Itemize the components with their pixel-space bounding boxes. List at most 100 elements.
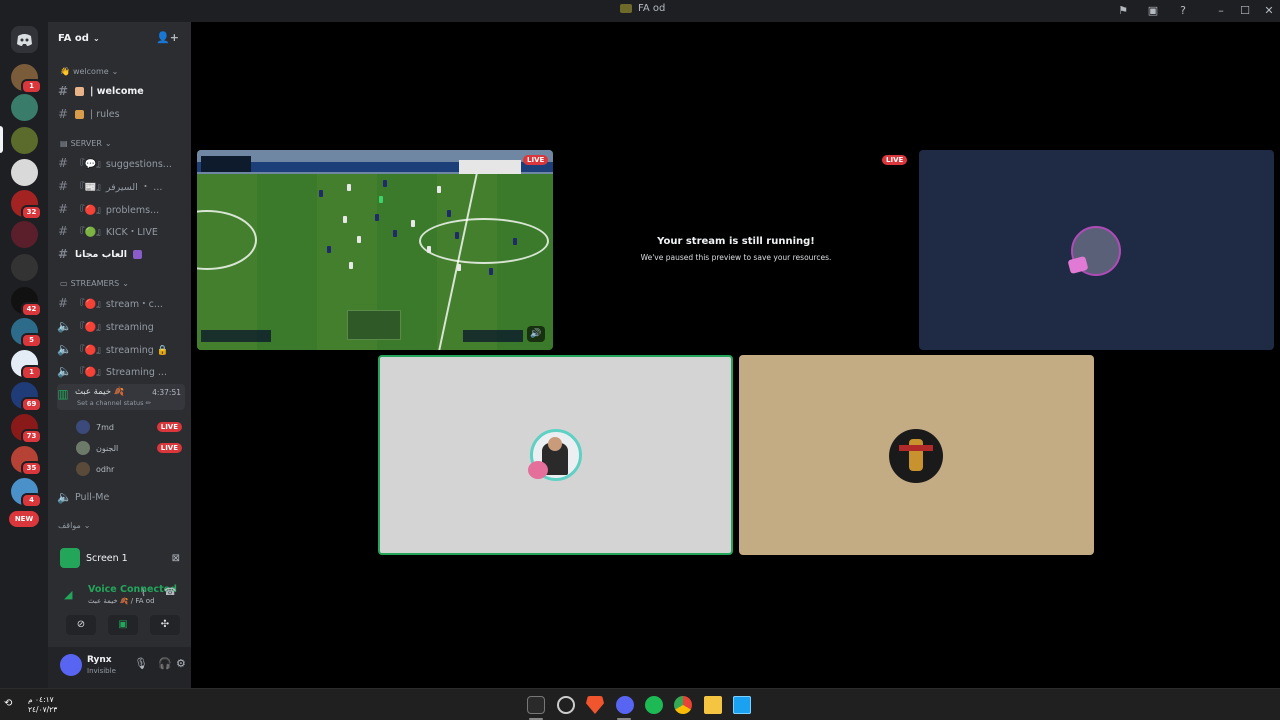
screen-share-icon[interactable]: ▣: [1146, 4, 1160, 18]
channel-kick-live[interactable]: # 『🟢』KICK・LIVE: [57, 221, 185, 241]
windows-store-icon[interactable]: [733, 696, 751, 714]
hash-icon: #: [57, 107, 69, 121]
voice-channel-streaming-1[interactable]: 🔈 『🔴』streaming: [57, 316, 185, 336]
channel-label: 『💬』suggestions...: [75, 159, 172, 170]
server-icon[interactable]: 4: [11, 478, 42, 508]
server-icon[interactable]: 42: [11, 287, 42, 317]
activities-button[interactable]: ✣: [150, 615, 180, 635]
category-welcome[interactable]: 👋 welcome ⌄: [60, 67, 118, 76]
clock-app-icon[interactable]: [557, 696, 575, 714]
home-discord-icon[interactable]: [11, 26, 38, 53]
player-figure: [357, 236, 361, 243]
voice-channel-pull-me[interactable]: 🔈 Pull-Me: [57, 487, 185, 507]
server-icon[interactable]: [11, 254, 38, 281]
mention-badge: 73: [21, 429, 42, 444]
chrome-icon[interactable]: [674, 696, 692, 714]
maximize-icon[interactable]: ☐: [1238, 4, 1252, 18]
hash-icon: #: [57, 179, 69, 193]
game-app-icon[interactable]: [527, 696, 545, 714]
discord-app-icon[interactable]: [616, 696, 634, 714]
server-icon[interactable]: 32: [11, 190, 42, 220]
category-server[interactable]: ▤ SERVER ⌄: [60, 139, 112, 148]
player-figure: [349, 262, 353, 269]
network-icon[interactable]: ⟲: [4, 698, 12, 709]
window-title-text: FA od: [638, 3, 666, 14]
spotify-icon[interactable]: [645, 696, 663, 714]
server-icon[interactable]: 35: [11, 446, 42, 476]
voice-user-3[interactable]: odhr: [76, 462, 182, 476]
chevron-down-icon: ⌄: [122, 279, 129, 288]
server-icon[interactable]: [11, 94, 38, 121]
voice-user-1[interactable]: 7md LIVE: [76, 420, 182, 434]
server-icon[interactable]: [11, 159, 38, 186]
voice-channel-active[interactable]: ▥ خيمة عبث 🍂 4:37:51 Set a channel statu…: [57, 384, 185, 410]
minimize-icon[interactable]: –: [1214, 4, 1228, 18]
stop-stream-icon[interactable]: ⊠: [172, 553, 180, 564]
invite-people-icon[interactable]: 👤+: [156, 31, 179, 44]
participant-tile-2[interactable]: [378, 355, 733, 555]
inbox-flag-icon[interactable]: ⚑: [1116, 4, 1130, 18]
channel-label: 『🔴』streaming: [75, 322, 154, 333]
server-icon[interactable]: 1: [11, 64, 42, 94]
player-figure: [513, 238, 517, 245]
username[interactable]: Rynx: [87, 655, 112, 665]
channel-arabic[interactable]: # العاب مجانا: [57, 244, 185, 264]
mention-badge: 42: [21, 302, 42, 317]
speaker-icon: 🔈: [57, 490, 72, 504]
file-explorer-icon[interactable]: [704, 696, 722, 714]
camera-off-button[interactable]: ⊘: [66, 615, 96, 635]
guild-header[interactable]: FA od ⌄ 👤+: [48, 22, 191, 54]
help-icon[interactable]: ?: [1176, 4, 1190, 18]
channel-problems[interactable]: # 『🔴』problems...: [57, 199, 185, 219]
player-figure: [379, 196, 383, 203]
channel-label: العاب مجانا: [75, 248, 128, 260]
category-label: STREAMERS: [70, 279, 120, 288]
settings-gear-icon[interactable]: ⚙: [176, 657, 186, 670]
channel-sidebar: FA od ⌄ 👤+ 👋 welcome ⌄ # | welcome # | r…: [48, 22, 191, 688]
headphones-icon[interactable]: 🎧: [158, 657, 172, 670]
server-icon[interactable]: 69: [11, 382, 42, 412]
category-other[interactable]: مواقف ⌄: [58, 521, 90, 530]
noise-suppression-icon[interactable]: ⌇: [141, 588, 146, 599]
channel-welcome[interactable]: # | welcome: [57, 81, 185, 101]
hand-icon: [75, 86, 84, 96]
participant-tile-3[interactable]: [739, 355, 1094, 555]
channel-section2[interactable]: # 『📰』السيرفر ・ ...: [57, 176, 185, 196]
mention-badge: 5: [21, 333, 42, 348]
channel-suggestions[interactable]: # 『💬』suggestions...: [57, 153, 185, 173]
stream-tile-game[interactable]: LIVE 🔊: [197, 150, 553, 350]
volume-icon[interactable]: 🔊: [527, 326, 545, 342]
user-avatar[interactable]: [60, 654, 82, 676]
system-clock[interactable]: ٠٤:١٧ م ٢٤/٠٧/٢٣: [28, 695, 57, 715]
player-figure: [427, 246, 431, 253]
channel-label: 『🔴』Streaming ...: [75, 367, 167, 378]
mention-badge: 4: [21, 493, 42, 508]
player-figure: [393, 230, 397, 237]
voice-user-name: الجنون: [96, 443, 119, 453]
stream-tile-paused[interactable]: Your stream is still running! We've paus…: [558, 150, 914, 350]
voice-channel-streaming-2[interactable]: 🔈 『🔴』streaming 🔒: [57, 339, 185, 359]
disconnect-icon[interactable]: ☎: [164, 587, 176, 598]
voice-user-name: odhr: [96, 464, 115, 474]
participant-tile-1[interactable]: [919, 150, 1274, 350]
microphone-icon[interactable]: 🎙: [134, 657, 148, 670]
voice-channel-streaming-3[interactable]: 🔈 『🔴』Streaming ...: [57, 361, 185, 381]
stream-preview-panel[interactable]: Screen 1 ⊠: [52, 543, 188, 573]
server-icon[interactable]: [11, 127, 38, 154]
set-channel-status[interactable]: Set a channel status ✏: [77, 399, 151, 407]
brave-browser-icon[interactable]: [586, 696, 604, 714]
server-icon[interactable]: 5: [11, 318, 42, 348]
close-icon[interactable]: ✕: [1262, 4, 1276, 18]
voice-activity-icon: ▥: [57, 387, 69, 401]
screen-share-button[interactable]: ▣: [108, 615, 138, 635]
channel-rules[interactable]: # | rules: [57, 104, 185, 124]
channel-stream[interactable]: # 『🔴』stream・c...: [57, 293, 185, 313]
speaker-icon: 🔈: [57, 342, 72, 356]
server-icon[interactable]: 73: [11, 414, 42, 444]
new-badge[interactable]: NEW: [9, 511, 39, 527]
scroll-icon: [75, 109, 84, 119]
server-icon[interactable]: 1: [11, 350, 42, 380]
voice-user-2[interactable]: الجنون LIVE: [76, 441, 182, 455]
category-streamers[interactable]: ▭ STREAMERS ⌄: [60, 279, 129, 288]
server-icon[interactable]: [11, 221, 38, 248]
